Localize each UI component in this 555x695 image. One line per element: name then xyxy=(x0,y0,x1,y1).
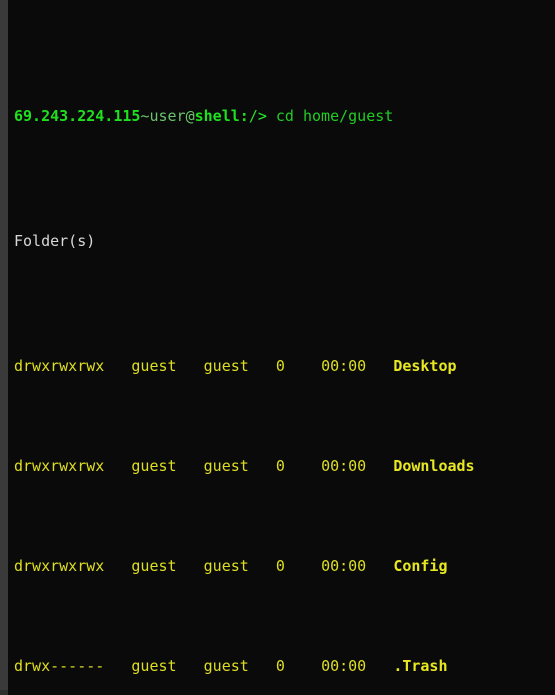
prompt-ip: 69.243.224.115 xyxy=(14,107,141,125)
table-row: drwxrwxrwx guest guest 0 00:00 Desktop xyxy=(14,354,555,379)
row-time: 00:00 xyxy=(321,457,367,475)
row-group: guest xyxy=(203,457,249,475)
row-owner: guest xyxy=(131,657,177,675)
row-size: 0 xyxy=(275,657,285,675)
prompt-user: ~user@ xyxy=(140,107,195,125)
row-perms: drwx------ xyxy=(14,657,105,675)
row-owner: guest xyxy=(131,357,177,375)
row-name: Downloads xyxy=(393,457,475,475)
prompt-line-command: 69.243.224.115~user@shell:/> cd home/gue… xyxy=(14,104,555,129)
terminal-output: 69.243.224.115~user@shell:/> cd home/gue… xyxy=(0,4,555,695)
row-size: 0 xyxy=(275,357,285,375)
table-row: drwxrwxrwx guest guest 0 00:00 Downloads xyxy=(14,454,555,479)
row-name: .Trash xyxy=(393,657,448,675)
row-time: 00:00 xyxy=(321,657,367,675)
folders-header: Folder(s) xyxy=(14,229,555,254)
table-row: drwx------ guest guest 0 00:00 .Trash xyxy=(14,654,555,679)
row-perms: drwxrwxrwx xyxy=(14,357,105,375)
row-size: 0 xyxy=(275,457,285,475)
row-time: 00:00 xyxy=(321,357,367,375)
row-perms: drwxrwxrwx xyxy=(14,557,105,575)
row-time: 00:00 xyxy=(321,557,367,575)
terminal-window[interactable]: 69.243.224.115~user@shell:/> cd home/gue… xyxy=(0,0,555,695)
prompt-path: / xyxy=(248,107,258,125)
folders-header-label: Folder(s) xyxy=(14,232,96,250)
table-row: drwxrwxrwx guest guest 0 00:00 Config xyxy=(14,554,555,579)
row-name: Desktop xyxy=(393,357,457,375)
row-name: Config xyxy=(393,557,448,575)
row-size: 0 xyxy=(275,557,285,575)
prompt-symbol: > xyxy=(257,107,267,125)
row-group: guest xyxy=(203,557,249,575)
row-perms: drwxrwxrwx xyxy=(14,457,105,475)
row-owner: guest xyxy=(131,557,177,575)
prompt-host: shell: xyxy=(194,107,249,125)
command-text: cd home/guest xyxy=(266,107,394,125)
row-group: guest xyxy=(203,357,249,375)
row-group: guest xyxy=(203,657,249,675)
row-owner: guest xyxy=(131,457,177,475)
